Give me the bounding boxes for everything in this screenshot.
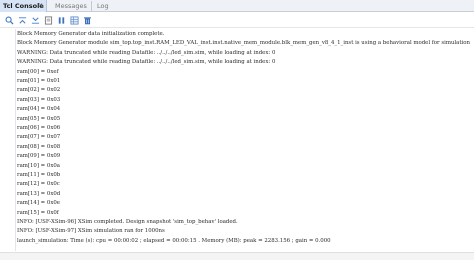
console-line: ram[08] = 0x08 (17, 143, 61, 150)
delete-icon[interactable] (83, 16, 92, 25)
pause-icon[interactable] (57, 16, 66, 25)
console-line: ram[12] = 0x0c (17, 181, 60, 188)
expand-all-icon[interactable] (31, 16, 40, 25)
tab-messages[interactable]: Messages (55, 0, 87, 12)
console-line: ram[02] = 0x02 (17, 87, 61, 94)
console-line: INFO: [USF-XSim-96] XSim completed. Desi… (17, 219, 238, 225)
console-line: ram[10] = 0x0a (17, 162, 61, 169)
console-line: ram[11] = 0x0b (17, 172, 61, 178)
collapse-all-icon[interactable] (18, 16, 27, 25)
console-line: WARNING: Data truncated while reading Da… (17, 49, 276, 56)
console-line: INFO: [USF-XSim-97] XSim simulation ran … (17, 228, 165, 235)
console-line: ram[03] = 0x03 (17, 96, 61, 103)
close-icon[interactable]: × (38, 0, 43, 12)
console-line: ram[04] = 0x04 (17, 106, 61, 113)
console-line: ram[05] = 0x05 (17, 115, 61, 122)
console-line: ram[14] = 0x0e (17, 200, 61, 207)
gutter-divider (15, 29, 16, 251)
tab-bar: Tcl Console × Messages Log (0, 0, 474, 12)
console-line: launch_simulation: Time (s): cpu = 00:00… (17, 237, 331, 244)
console-output[interactable]: Block Memory Generator data initializati… (17, 30, 474, 252)
console-line: WARNING: Data truncated while reading Da… (17, 59, 276, 66)
console-line: Block Memory Generator module sim_top.to… (17, 40, 470, 47)
console-line: ram[06] = 0x06 (17, 125, 61, 131)
console-line: ram[01] = 0x01 (17, 78, 61, 84)
console-line: ram[09] = 0x09 (17, 153, 61, 160)
tab-label: Log (97, 2, 109, 10)
horizontal-scrollbar[interactable] (0, 252, 474, 260)
console-line: ram[00] = 0xef (17, 68, 59, 75)
console-line: ram[13] = 0x0d (17, 190, 61, 197)
console-line: ram[07] = 0x07 (17, 134, 61, 141)
console-line: ram[15] = 0x0f (17, 209, 59, 216)
console-gutter (0, 29, 15, 260)
tab-separator (91, 1, 92, 11)
tab-label: Messages (55, 2, 87, 10)
console-line: Block Memory Generator data initializati… (17, 31, 165, 37)
clear-icon[interactable] (44, 16, 53, 25)
search-icon[interactable] (5, 16, 14, 25)
console-toolbar (0, 13, 474, 28)
tab-log[interactable]: Log (97, 0, 109, 12)
grid-icon[interactable] (70, 16, 79, 25)
tab-tcl-console[interactable]: Tcl Console × (0, 0, 47, 12)
